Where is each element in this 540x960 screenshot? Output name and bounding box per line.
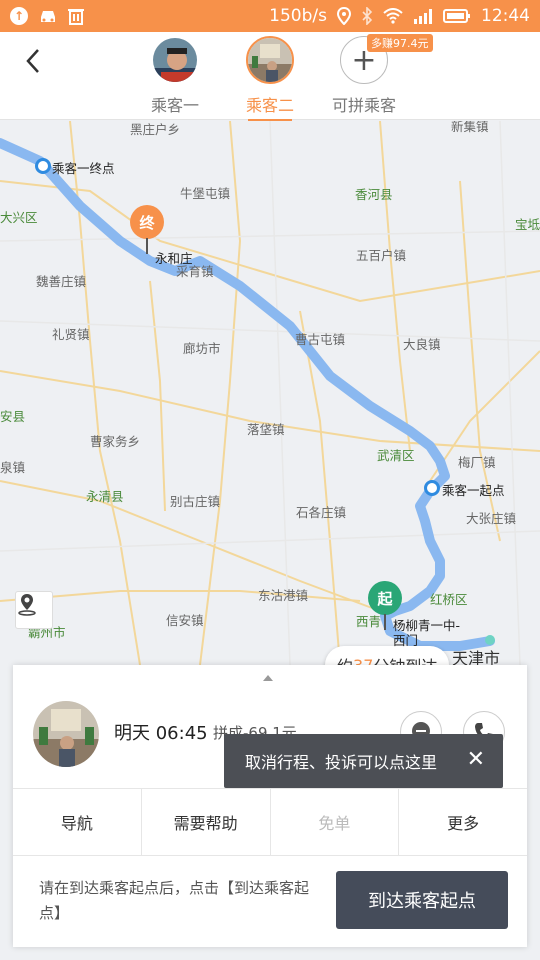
map-view[interactable]: 黑庄户乡 新集镇 乘客一终点 大兴区 牛堡屯镇 香河县 宝坻 魏善庄镇 五百户镇… [0,121,540,665]
navigate-button[interactable]: 导航 [13,789,142,855]
trash-icon [68,9,84,25]
map-label: 信安镇 [166,613,204,628]
passenger-one-dropoff-marker[interactable] [35,158,51,174]
map-label: 东沽港镇 [258,588,309,603]
map-label: 新集镇 [451,121,489,134]
map-label: 梅厂镇 [458,455,496,470]
tooltip-text: 取消行程、投诉可以点这里 [245,753,438,772]
wifi-icon [383,8,403,24]
network-speed: 150b/s [269,6,327,26]
map-label: 香河县 [355,187,393,202]
map-label: 别古庄镇 [170,494,221,509]
route-line [0,138,495,651]
passenger-two-avatar [246,36,294,84]
map-label: 落垡镇 [247,422,285,437]
passenger-header: 乘客一 乘客二 + 可拼乘客 多赚97.4元 [0,32,540,121]
clock: 12:44 [481,6,530,26]
map-background [0,121,540,665]
map-label: 天津市 [452,649,501,665]
expand-caret-icon[interactable] [263,675,273,681]
tab-pool-passengers[interactable]: + 可拼乘客 多赚97.4元 [319,34,433,116]
locate-me-button[interactable] [15,591,53,629]
tab-passenger-one[interactable]: 乘客一 [130,36,220,116]
map-label: 永清县 [86,489,124,504]
map-label: 曹家务乡 [90,434,141,449]
map-label: 曹古屯镇 [295,332,346,347]
map-label: 黑庄户乡 [130,122,181,137]
map-label: 五百户镇 [356,248,407,263]
bluetooth-icon [362,7,373,25]
location-icon [337,7,351,25]
signal-icon [414,9,432,24]
map-label: 安县 [0,409,26,424]
arrival-hint: 请在到达乘客起点后，点击【到达乘客起点】 [39,879,310,922]
eta-prefix: 约 [337,653,353,665]
order-card: 明天 06:45 拼成-69.1元 取消行程、投诉可以点这里 ✕ 导航 需要帮助… [13,665,527,947]
eta-bubble: 约37分钟到达 [325,646,450,666]
map-label: 牛堡屯镇 [180,186,231,201]
eta-minutes: 37 [353,655,374,666]
pickup-pin[interactable]: 起 [368,581,402,615]
more-button[interactable]: 更多 [399,789,527,855]
map-label: 武清区 [377,448,415,463]
battery-icon [443,9,470,23]
map-label: 宝坻 [515,217,540,232]
map-label: 大兴区 [0,210,38,225]
action-bar: 导航 需要帮助 免单 更多 [13,788,527,856]
tab-label: 可拼乘客 [331,96,396,115]
extra-earnings-badge: 多赚97.4元 [367,34,433,52]
map-label: 礼贤镇 [52,327,90,342]
chevron-left-icon [26,49,39,73]
need-help-button[interactable]: 需要帮助 [142,789,271,855]
location-icon [18,594,36,616]
map-label: 采育镇 [176,264,214,279]
destination-pin-stem [146,238,148,254]
upload-icon: ↑ [10,7,28,25]
cancel-complaint-tooltip: 取消行程、投诉可以点这里 ✕ [224,734,503,788]
map-label: 魏善庄镇 [36,274,87,289]
close-icon[interactable]: ✕ [467,748,485,772]
passenger-avatar [33,701,99,767]
passenger-one-avatar [151,36,199,84]
map-label: 西青 [356,614,382,629]
map-label: 泉镇 [0,460,26,475]
pickup-pin-stem [384,614,386,630]
passenger-one-pickup-marker[interactable] [424,480,440,496]
map-label: 大良镇 [403,337,441,352]
eta-suffix: 分钟到达 [373,653,437,665]
pickup-time: 明天 06:45 [114,723,208,744]
map-label: 廊坊市 [183,341,221,356]
tab-label: 乘客二 [245,96,294,115]
tab-label: 乘客一 [150,96,199,115]
map-label: 红桥区 [430,592,468,607]
back-button[interactable] [18,46,48,76]
map-label: 乘客一起点 [442,483,505,498]
map-label: 石各庄镇 [296,505,347,520]
arrived-at-pickup-button[interactable]: 到达乘客起点 [336,871,508,929]
map-label: 西门 [393,633,419,648]
free-order-button[interactable]: 免单 [271,789,400,855]
tab-passenger-two[interactable]: 乘客二 [225,36,315,121]
destination-pin[interactable]: 终 [130,205,164,239]
map-label: 大张庄镇 [466,511,517,526]
status-bar: ↑ 150b/s 12:44 [0,0,540,32]
map-label: 乘客一终点 [52,161,115,176]
car-icon [41,11,55,22]
